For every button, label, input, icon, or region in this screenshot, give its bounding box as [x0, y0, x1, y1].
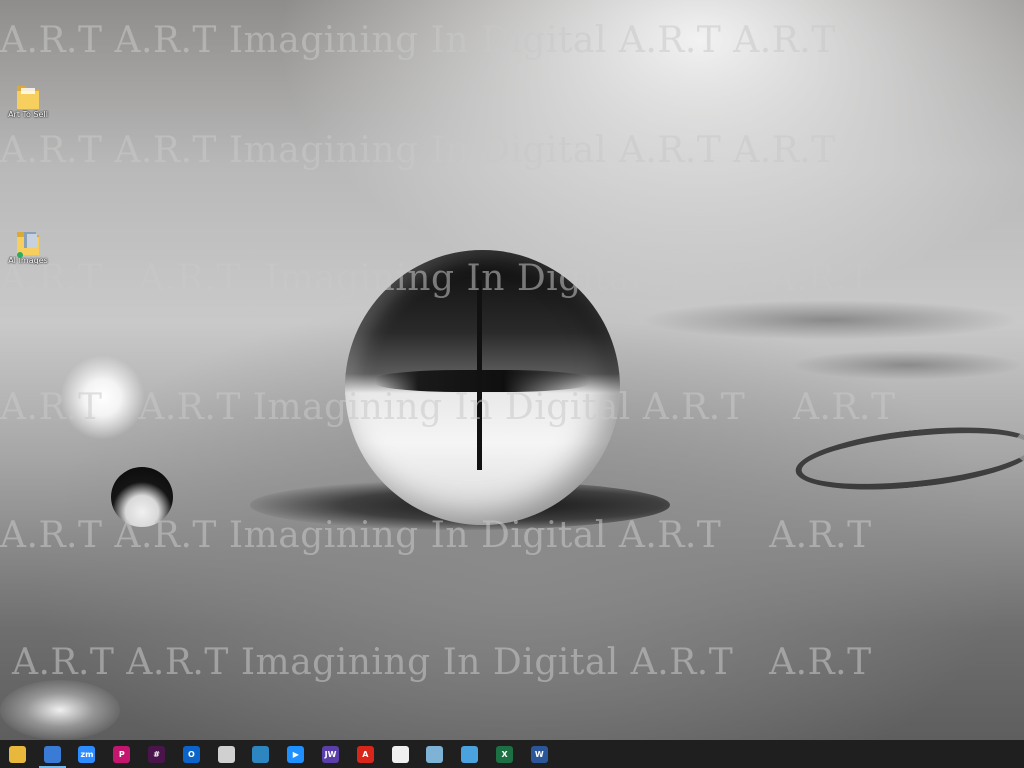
watermark-text: A.R.T A.R.T Imagining In Digital A.R.T A… — [0, 642, 872, 683]
taskbar-button-file-explorer[interactable] — [0, 740, 35, 768]
file-manager-icon — [217, 745, 235, 763]
watermark-text: A.R.T A.R.T Imagining In Digital A.R.T A… — [0, 130, 836, 171]
canvas-app-icon — [252, 745, 270, 763]
wallpaper-blurred-droplet — [60, 355, 145, 440]
taskbar: zm P # O ▶ JW A X W — [0, 740, 1024, 768]
desktop-icon-ai-images[interactable]: AI Images — [0, 228, 56, 265]
taskbar-button-outlook[interactable]: O — [174, 740, 209, 768]
slack-icon: # — [148, 745, 166, 763]
file-explorer-icon — [8, 745, 26, 763]
taskbar-button-microsoft-365[interactable] — [35, 740, 70, 768]
folder-icon — [15, 82, 41, 109]
notepad-icon — [461, 745, 479, 763]
taskbar-button-picsart[interactable]: P — [104, 740, 139, 768]
microsoft-365-icon — [43, 745, 61, 763]
taskbar-button-calendar-app[interactable] — [383, 740, 418, 768]
taskbar-button-media-player[interactable]: ▶ — [278, 740, 313, 768]
sphere-reflection-horizon — [375, 370, 590, 392]
jw-app-icon: JW — [322, 745, 340, 763]
taskbar-button-slack[interactable]: # — [139, 740, 174, 768]
excel-icon: X — [496, 745, 514, 763]
taskbar-button-excel[interactable]: X — [487, 740, 522, 768]
wallpaper-shadow — [640, 300, 1020, 340]
wallpaper-glass-sphere — [345, 250, 620, 525]
sphere-reflection-mast — [477, 280, 482, 470]
watermark-text: A.R.T A.R.T Imagining In Digital A.R.T A… — [0, 20, 836, 61]
wallpaper-small-droplet — [111, 467, 173, 527]
picsart-icon: P — [113, 745, 131, 763]
folder-icon — [15, 228, 41, 258]
taskbar-button-acrobat[interactable]: A — [348, 740, 383, 768]
wallpaper-ring-shadow — [792, 417, 1024, 500]
wallpaper-shadow — [790, 350, 1024, 380]
desktop-icon-art-to-sell[interactable]: Art To Sell — [0, 82, 56, 119]
taskbar-button-zoom[interactable]: zm — [70, 740, 105, 768]
taskbar-button-canvas-app[interactable] — [244, 740, 279, 768]
taskbar-button-network-app[interactable] — [418, 740, 453, 768]
acrobat-icon: A — [356, 745, 374, 763]
wallpaper-blurred-droplet — [0, 680, 120, 740]
taskbar-button-word[interactable]: W — [522, 740, 557, 768]
taskbar-button-jw-app[interactable]: JW — [313, 740, 348, 768]
taskbar-button-notepad[interactable] — [452, 740, 487, 768]
taskbar-button-file-manager[interactable] — [209, 740, 244, 768]
outlook-icon: O — [182, 745, 200, 763]
word-icon: W — [530, 745, 548, 763]
network-app-icon — [426, 745, 444, 763]
media-player-icon: ▶ — [287, 745, 305, 763]
zoom-icon: zm — [78, 745, 96, 763]
desktop-wallpaper: A.R.T A.R.T Imagining In Digital A.R.T A… — [0, 0, 1024, 768]
calendar-app-icon — [391, 745, 409, 763]
